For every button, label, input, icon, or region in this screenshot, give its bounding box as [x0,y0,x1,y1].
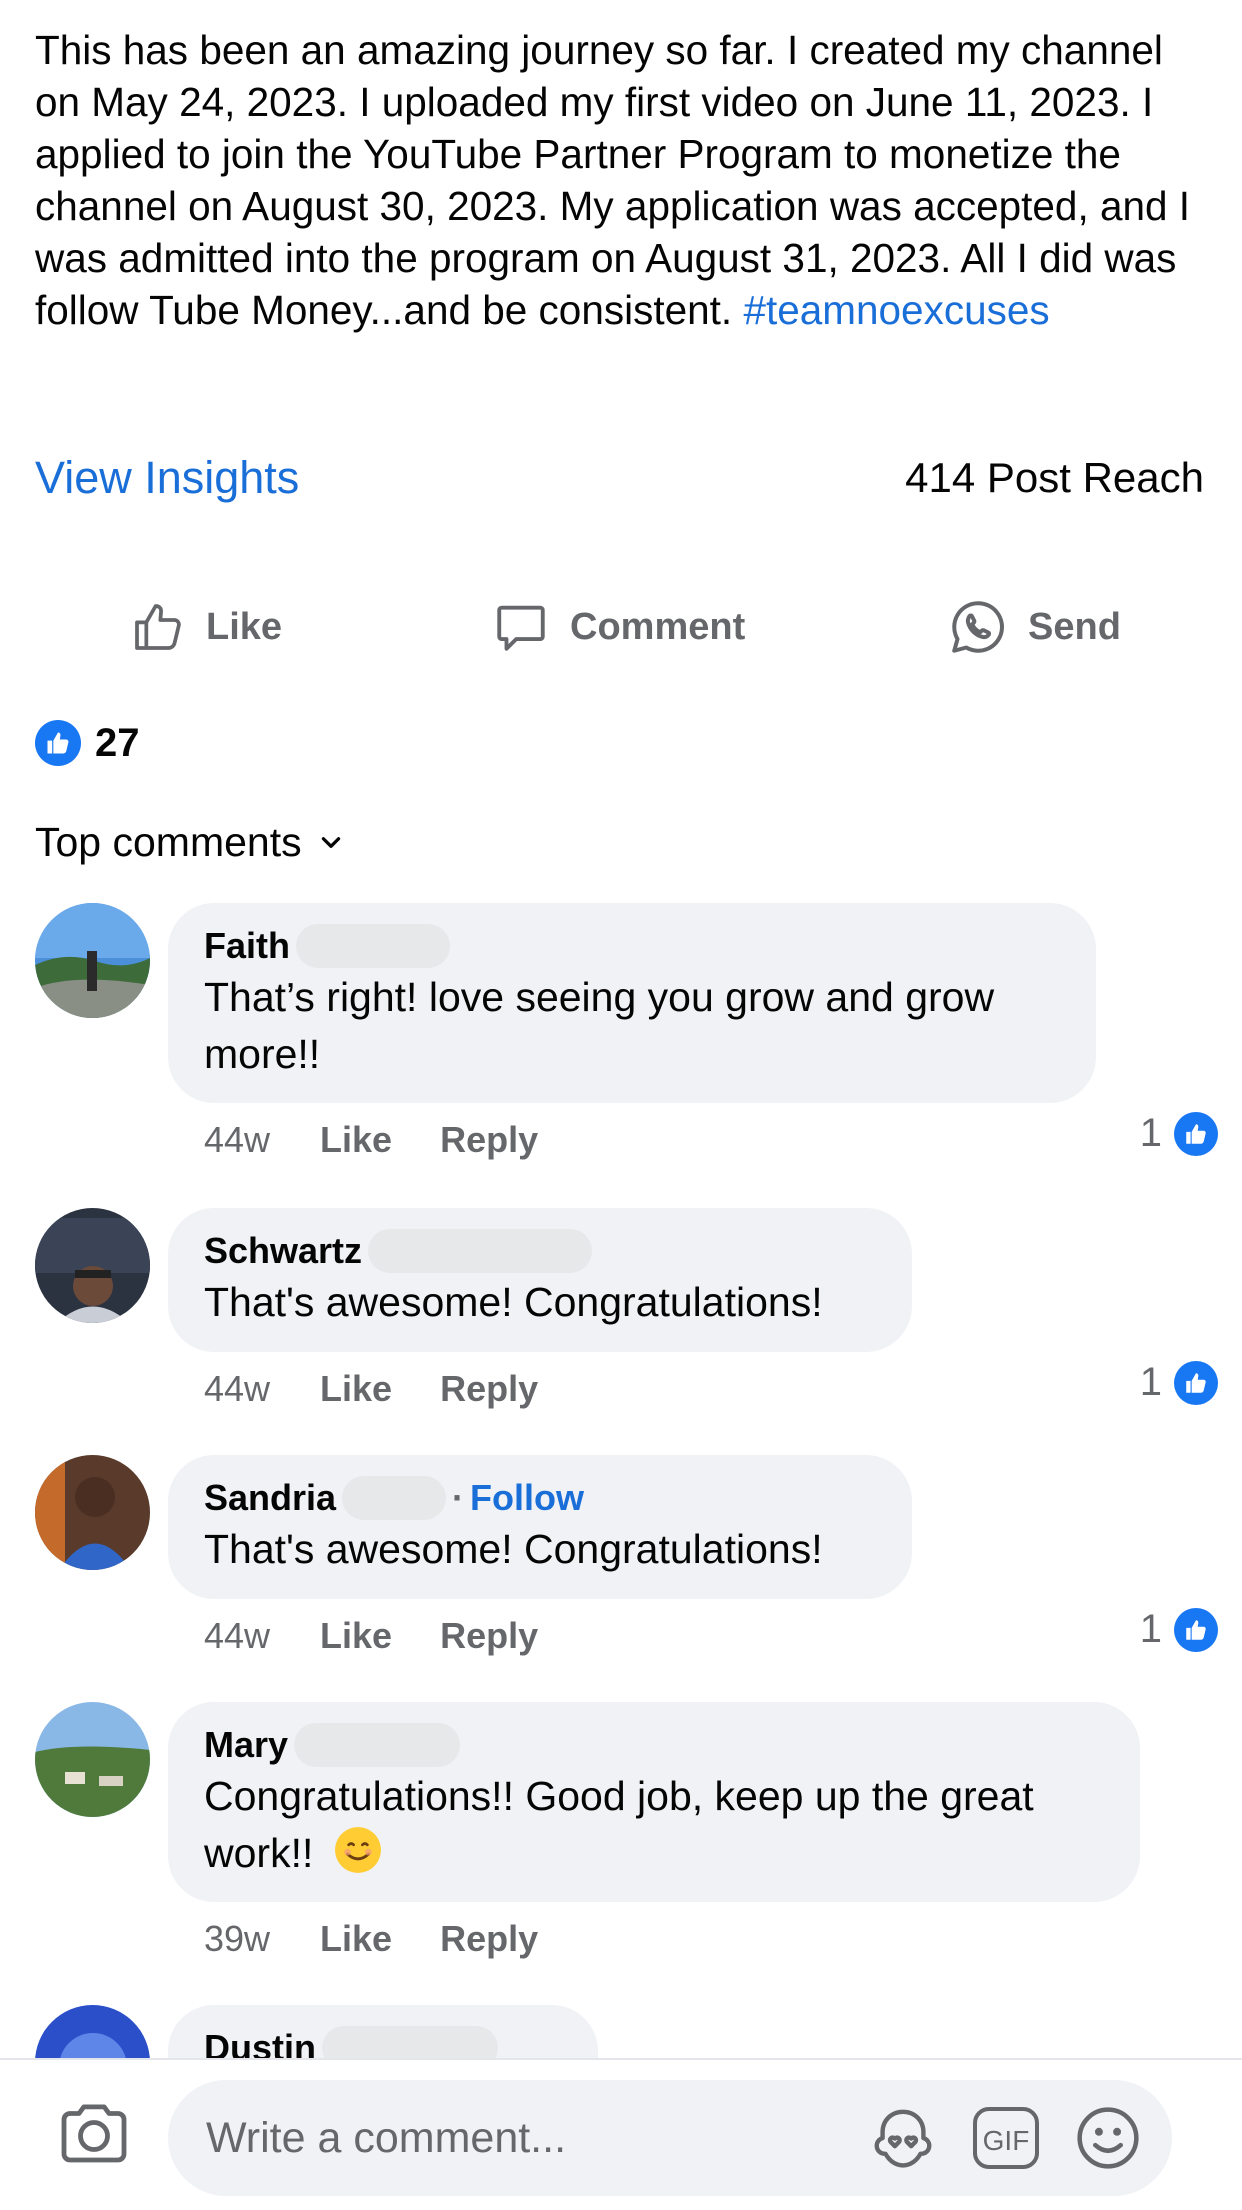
comment-author[interactable]: Faith [204,923,1060,969]
like-label: Like [206,605,283,648]
comment-text: That's awesome! Congratulations! [204,1526,823,1572]
comment-sort-dropdown[interactable]: Top comments [35,814,344,870]
comment-bubble[interactable]: Schwartz That's awesome! Congratulations… [168,1208,912,1352]
redacted-surname [342,1476,447,1520]
avatar[interactable] [35,903,150,1018]
comment-button[interactable]: Comment [492,592,745,662]
comment-reply-button[interactable]: Reply [440,1368,538,1410]
comment-meta: 44w Like Reply [204,1368,586,1410]
post-text: This has been an amazing journey so far.… [35,24,1210,336]
comment-reaction-count[interactable]: 1 [1140,1607,1218,1652]
comment-text: That’s right! love seeing you grow and g… [204,974,995,1077]
comment-author[interactable]: Sandria · Follow [204,1475,876,1521]
comment-reply-button[interactable]: Reply [440,1119,538,1161]
insights-row: View Insights 414 Post Reach [35,448,1204,508]
comment-like-button[interactable]: Like [320,1918,392,1960]
comment-reaction-number: 1 [1139,1607,1162,1651]
comment-author[interactable]: Schwartz [204,1228,876,1274]
camera-icon[interactable] [58,2100,130,2171]
avatar[interactable] [35,1208,150,1323]
reaction-summary[interactable]: 27 [35,718,140,768]
comment-reaction-count[interactable]: 1 [1140,1360,1218,1405]
view-insights-link[interactable]: View Insights [35,452,299,504]
comment-time: 44w [204,1119,271,1160]
comment-reaction-number: 1 [1139,1360,1162,1404]
smiling-face-emoji-icon [333,1825,383,1890]
like-reaction-icon [1174,1607,1218,1652]
author-name[interactable]: Sandria [204,1475,336,1521]
avatar-sticker-icon[interactable] [868,2103,938,2173]
comment-time: 39w [204,1918,271,1959]
avatar[interactable] [35,1702,150,1817]
comment-like-button[interactable]: Like [320,1368,392,1410]
comment-label: Comment [570,605,746,648]
comment-time: 44w [204,1615,271,1656]
comment-reply-button[interactable]: Reply [440,1615,538,1657]
separator-dot: · [452,1477,465,1518]
hashtag-link[interactable]: #teamnoexcuses [743,287,1049,333]
emoji-icon[interactable] [1074,2104,1142,2172]
sort-label: Top comments [35,818,302,865]
comment-text: Congratulations!! Good job, keep up the … [204,1768,1104,1890]
comment-icon [497,605,545,651]
comment-text: That's awesome! Congratulations! [204,1279,823,1325]
comment-like-button[interactable]: Like [320,1615,392,1657]
comment-like-button[interactable]: Like [320,1119,392,1161]
like-reaction-icon [1174,1360,1218,1405]
chevron-down-icon [321,837,340,848]
comment-meta: 39w Like Reply [204,1918,586,1960]
like-reaction-icon [1174,1111,1218,1156]
thumbs-up-icon [135,604,181,650]
author-name[interactable]: Mary [204,1722,288,1768]
like-reaction-icon [35,720,81,766]
whatsapp-icon [952,601,1004,653]
comment-composer: GIF [0,2058,1242,2210]
comment-bubble[interactable]: Mary Congratulations!! Good job, keep up… [168,1702,1140,1902]
comment-bubble[interactable]: Faith That’s right! love seeing you grow… [168,903,1096,1103]
gif-label: GIF [983,2125,1030,2156]
send-button[interactable]: Send [948,592,1121,662]
author-name[interactable]: Faith [204,923,290,969]
comment-time: 44w [204,1368,271,1409]
comment-bubble[interactable]: Sandria · Follow That's awesome! Congrat… [168,1455,912,1599]
reaction-count: 27 [95,720,140,765]
redacted-surname [296,924,450,968]
comment-meta: 44w Like Reply [204,1615,586,1657]
redacted-surname [294,1723,461,1767]
comment-reply-button[interactable]: Reply [440,1918,538,1960]
post-reach: 414 Post Reach [905,454,1204,501]
avatar[interactable] [35,1455,150,1570]
gif-button[interactable]: GIF [972,2106,1040,2170]
comment-input-pill: GIF [168,2080,1172,2196]
redacted-surname [368,1229,593,1273]
comment-author[interactable]: Mary [204,1722,1104,1768]
comment-reaction-number: 1 [1139,1111,1162,1155]
author-name[interactable]: Schwartz [204,1228,362,1274]
send-label: Send [1028,605,1121,648]
post-action-bar: Like Comment Send [0,592,1242,662]
comment-reaction-count[interactable]: 1 [1140,1111,1218,1156]
like-button[interactable]: Like [130,592,282,662]
comment-text-body: Congratulations!! Good job, keep up the … [204,1773,1034,1876]
comment-meta: 44w Like Reply [204,1119,586,1161]
follow-button[interactable]: Follow [470,1475,584,1521]
comment-input[interactable] [204,2112,834,2164]
